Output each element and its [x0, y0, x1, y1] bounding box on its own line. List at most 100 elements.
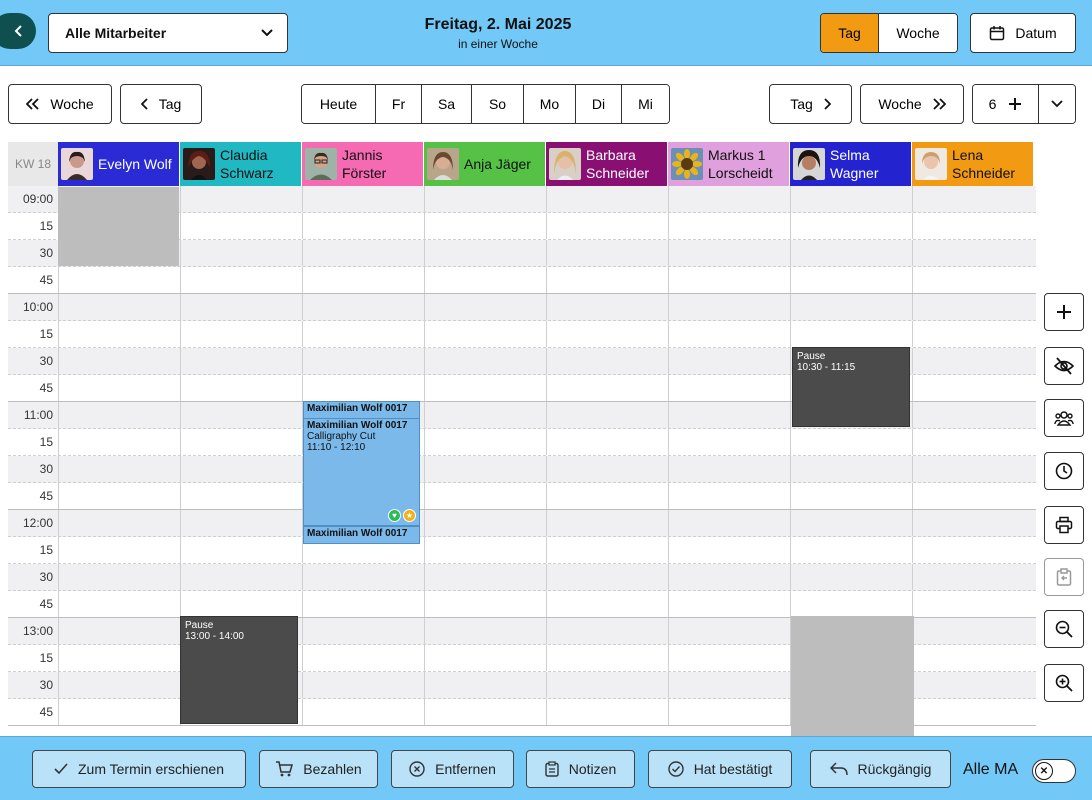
- day-so-button[interactable]: So: [472, 85, 524, 123]
- time-slot-cell[interactable]: [424, 375, 546, 401]
- day-fr-button[interactable]: Fr: [376, 85, 422, 123]
- employee-column-header[interactable]: Markus 1 Lorscheidt: [668, 142, 790, 186]
- print-button[interactable]: [1044, 506, 1084, 544]
- time-slot-cell[interactable]: [668, 294, 790, 320]
- employee-column-header[interactable]: Lena Schneider: [912, 142, 1034, 186]
- time-slot-cell[interactable]: [546, 483, 668, 509]
- time-slot-cell[interactable]: [58, 348, 180, 374]
- time-slot-cell[interactable]: [546, 618, 668, 644]
- time-slot-cell[interactable]: [302, 699, 424, 725]
- time-slot-cell[interactable]: [58, 699, 180, 725]
- time-slot-cell[interactable]: [180, 402, 302, 428]
- all-employees-toggle[interactable]: ✕: [1032, 759, 1076, 783]
- zoom-out-button[interactable]: [1044, 610, 1084, 648]
- time-slot-cell[interactable]: [424, 321, 546, 347]
- time-slot-cell[interactable]: [58, 645, 180, 671]
- time-slot-cell[interactable]: [58, 294, 180, 320]
- employee-column-header[interactable]: Barbara Schneider: [546, 142, 668, 186]
- time-slot-cell[interactable]: [546, 348, 668, 374]
- employee-column-header[interactable]: Claudia Schwarz: [180, 142, 302, 186]
- time-slot-cell[interactable]: [180, 483, 302, 509]
- time-slot-cell[interactable]: [546, 456, 668, 482]
- time-slot-cell[interactable]: [58, 429, 180, 455]
- time-slot-cell[interactable]: [790, 510, 912, 536]
- column-count-dropdown[interactable]: [1039, 85, 1075, 123]
- time-slot-cell[interactable]: [912, 564, 1034, 590]
- time-slot-cell[interactable]: [912, 402, 1034, 428]
- time-slot-cell[interactable]: [668, 645, 790, 671]
- time-slot-cell[interactable]: [546, 564, 668, 590]
- time-slot-cell[interactable]: [668, 240, 790, 266]
- time-slot-cell[interactable]: [424, 510, 546, 536]
- time-slot-cell[interactable]: [668, 537, 790, 563]
- add-appointment-button[interactable]: [1044, 293, 1084, 331]
- time-slot-cell[interactable]: [424, 591, 546, 617]
- time-slot-cell[interactable]: [790, 321, 912, 347]
- time-slot-cell[interactable]: [302, 213, 424, 239]
- time-slot-cell[interactable]: [180, 213, 302, 239]
- add-column-button[interactable]: 6: [973, 85, 1039, 123]
- prev-week-button[interactable]: Woche: [8, 84, 112, 124]
- time-slot-cell[interactable]: [546, 402, 668, 428]
- time-slot-cell[interactable]: [58, 510, 180, 536]
- time-slot-cell[interactable]: [180, 375, 302, 401]
- time-slot-cell[interactable]: [180, 429, 302, 455]
- time-slot-cell[interactable]: [58, 402, 180, 428]
- time-slot-cell[interactable]: [424, 402, 546, 428]
- time-slot-cell[interactable]: [668, 591, 790, 617]
- time-slot-cell[interactable]: [424, 618, 546, 644]
- time-slot-cell[interactable]: [58, 618, 180, 644]
- time-slot-cell[interactable]: [912, 240, 1034, 266]
- time-slot-cell[interactable]: [912, 537, 1034, 563]
- employee-select[interactable]: Alle Mitarbeiter: [48, 13, 288, 53]
- time-slot-cell[interactable]: [912, 375, 1034, 401]
- employee-column-header[interactable]: Anja Jäger: [424, 142, 546, 186]
- day-mi-button[interactable]: Mi: [622, 85, 669, 123]
- time-slot-cell[interactable]: [302, 348, 424, 374]
- paste-button[interactable]: [1044, 558, 1084, 596]
- pay-button[interactable]: Bezahlen: [259, 750, 378, 788]
- notes-button[interactable]: Notizen: [526, 750, 635, 788]
- time-slot-cell[interactable]: [546, 591, 668, 617]
- time-slot-cell[interactable]: [180, 456, 302, 482]
- time-slot-cell[interactable]: [912, 294, 1034, 320]
- confirmed-button[interactable]: Hat bestätigt: [648, 750, 792, 788]
- time-slot-cell[interactable]: [668, 429, 790, 455]
- time-slot-cell[interactable]: [180, 537, 302, 563]
- time-slot-cell[interactable]: [790, 186, 912, 212]
- time-slot-cell[interactable]: [546, 699, 668, 725]
- time-slot-cell[interactable]: [546, 267, 668, 293]
- time-slot-cell[interactable]: [912, 672, 1034, 698]
- time-slot-cell[interactable]: [668, 375, 790, 401]
- time-slot-cell[interactable]: [424, 240, 546, 266]
- time-slot-cell[interactable]: [302, 645, 424, 671]
- employee-column-header[interactable]: Selma Wagner: [790, 142, 912, 186]
- view-week-button[interactable]: Woche: [879, 14, 957, 52]
- time-slot-cell[interactable]: [58, 672, 180, 698]
- time-slot-cell[interactable]: [668, 618, 790, 644]
- time-slot-cell[interactable]: [790, 294, 912, 320]
- time-slot-cell[interactable]: [58, 375, 180, 401]
- time-slot-cell[interactable]: [546, 294, 668, 320]
- today-button[interactable]: Heute: [302, 85, 376, 123]
- time-slot-cell[interactable]: [302, 564, 424, 590]
- time-slot-cell[interactable]: [424, 186, 546, 212]
- time-slot-cell[interactable]: [180, 564, 302, 590]
- time-slot-cell[interactable]: [424, 564, 546, 590]
- view-day-button[interactable]: Tag: [821, 14, 879, 52]
- time-slot-cell[interactable]: [424, 267, 546, 293]
- time-slot-cell[interactable]: [912, 618, 1034, 644]
- time-slot-cell[interactable]: [912, 321, 1034, 347]
- time-slot-cell[interactable]: [180, 240, 302, 266]
- time-slot-cell[interactable]: [546, 510, 668, 536]
- time-slot-cell[interactable]: [424, 213, 546, 239]
- time-slot-cell[interactable]: [302, 267, 424, 293]
- team-button[interactable]: [1044, 399, 1084, 437]
- employee-column-header[interactable]: Evelyn Wolf: [58, 142, 180, 186]
- time-slot-cell[interactable]: [180, 591, 302, 617]
- time-slot-cell[interactable]: [668, 186, 790, 212]
- date-picker-button[interactable]: Datum: [970, 13, 1076, 53]
- time-slot-cell[interactable]: [302, 591, 424, 617]
- time-slot-cell[interactable]: [180, 510, 302, 536]
- time-slot-cell[interactable]: [912, 483, 1034, 509]
